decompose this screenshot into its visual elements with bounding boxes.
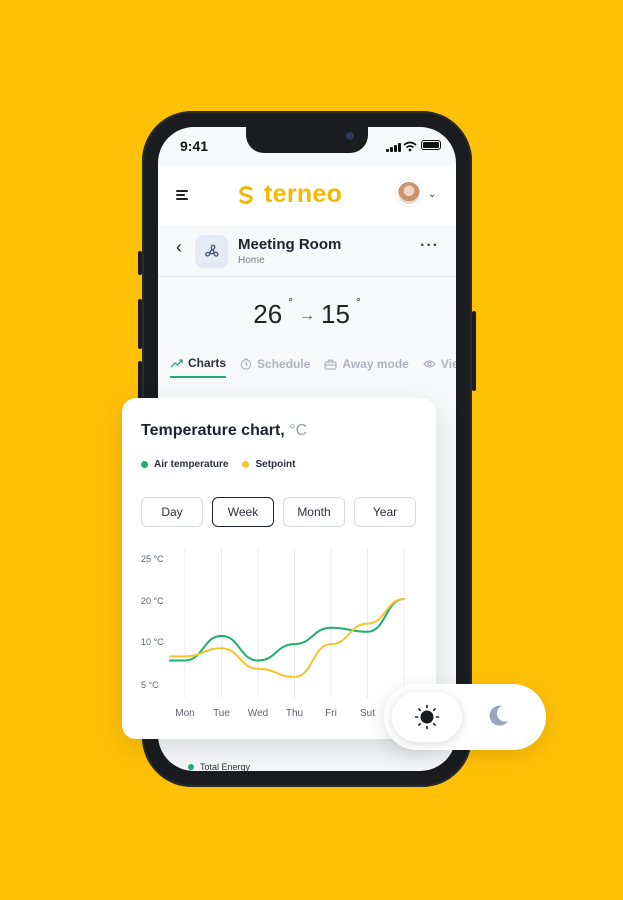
tab-label: Charts	[188, 356, 227, 370]
room-header: ‹ Meeting Room Home ···	[158, 225, 456, 277]
period-month-button[interactable]: Month	[283, 497, 345, 527]
room-subtitle: Home	[238, 255, 265, 266]
room-title: Meeting Room	[238, 236, 342, 253]
tab-away-mode[interactable]: Away mode	[324, 356, 409, 378]
tab-label: View	[440, 357, 456, 371]
legend-label: Setpoint	[255, 459, 296, 470]
y-tick-label: 5 °C	[141, 680, 159, 690]
tab-schedule[interactable]: Schedule	[240, 356, 310, 378]
battery-icon	[421, 140, 441, 150]
trend-icon	[170, 358, 183, 367]
signal-icon	[386, 142, 401, 152]
volume-up-button	[138, 299, 142, 349]
x-tick-label: Thu	[286, 708, 303, 719]
card-title-unit: °C	[289, 422, 308, 439]
period-year-button[interactable]: Year	[354, 497, 416, 527]
eye-icon	[423, 360, 436, 368]
chart-legend: Air temperature Setpoint	[141, 459, 295, 470]
degree-mark: °	[288, 295, 293, 309]
x-tick-label: Fri	[325, 708, 337, 719]
current-temperature: 26	[253, 299, 283, 329]
avatar[interactable]	[396, 180, 422, 206]
x-tick-label: Sut	[360, 708, 375, 719]
terneo-logo-icon	[239, 185, 253, 204]
degree-mark: °	[355, 295, 361, 309]
brand-name: terneo	[264, 180, 343, 208]
period-day-button[interactable]: Day	[141, 497, 203, 527]
card-title-text: Temperature chart,	[141, 422, 285, 439]
more-options-icon[interactable]: ···	[420, 237, 439, 255]
card-title: Temperature chart, °C	[141, 422, 307, 440]
wifi-icon	[403, 141, 417, 152]
total-energy-legend: Total Energy	[188, 762, 250, 771]
total-energy-label: Total Energy	[200, 762, 251, 771]
tab-bar: Charts Schedule Away mode View	[170, 356, 456, 378]
chevron-down-icon[interactable]: ⌄	[428, 189, 436, 200]
legend-label: Air temperature	[154, 459, 229, 470]
tab-label: Away mode	[342, 357, 409, 371]
mute-switch	[138, 251, 142, 275]
period-week-button[interactable]: Week	[212, 497, 274, 527]
sun-icon	[414, 704, 440, 730]
power-button	[472, 311, 476, 391]
arrow-right-icon: →	[299, 307, 315, 324]
brand-logo: terneo	[236, 180, 342, 209]
light-mode-button[interactable]	[392, 692, 462, 742]
suitcase-icon	[324, 359, 337, 370]
hamburger-menu-icon[interactable]	[176, 190, 188, 200]
app-header: terneo ⌄	[158, 165, 456, 225]
notch	[246, 127, 368, 153]
y-tick-label: 10 °C	[141, 637, 164, 647]
fan-icon	[195, 235, 228, 268]
legend-dot	[141, 461, 148, 468]
x-tick-label: Wed	[248, 708, 268, 719]
period-selector: Day Week Month Year	[141, 497, 416, 527]
tab-label: Schedule	[257, 357, 311, 371]
tab-charts[interactable]: Charts	[170, 356, 227, 378]
legend-dot	[242, 461, 250, 468]
temperature-chart-card: Temperature chart, °C Air temperature Se…	[122, 398, 436, 739]
x-tick-label: Tue	[213, 708, 230, 719]
legend-dot	[188, 764, 194, 770]
series-line	[169, 598, 405, 678]
legend-setpoint: Setpoint	[242, 459, 295, 470]
status-time: 9:41	[180, 138, 209, 154]
target-temperature: 15	[321, 299, 350, 329]
camera-icon	[346, 132, 354, 140]
legend-air-temperature: Air temperature	[141, 459, 228, 470]
back-arrow-icon[interactable]: ‹	[176, 237, 182, 258]
y-tick-label: 25 °C	[141, 554, 164, 564]
y-tick-label: 20 °C	[141, 596, 164, 606]
temperature-display: 26 ° → 15 °	[158, 295, 456, 330]
theme-toggle[interactable]	[384, 684, 546, 750]
moon-icon[interactable]	[484, 702, 512, 730]
tab-view[interactable]: View	[423, 356, 456, 378]
clock-icon	[240, 358, 252, 370]
x-tick-label: Mon	[175, 708, 194, 719]
